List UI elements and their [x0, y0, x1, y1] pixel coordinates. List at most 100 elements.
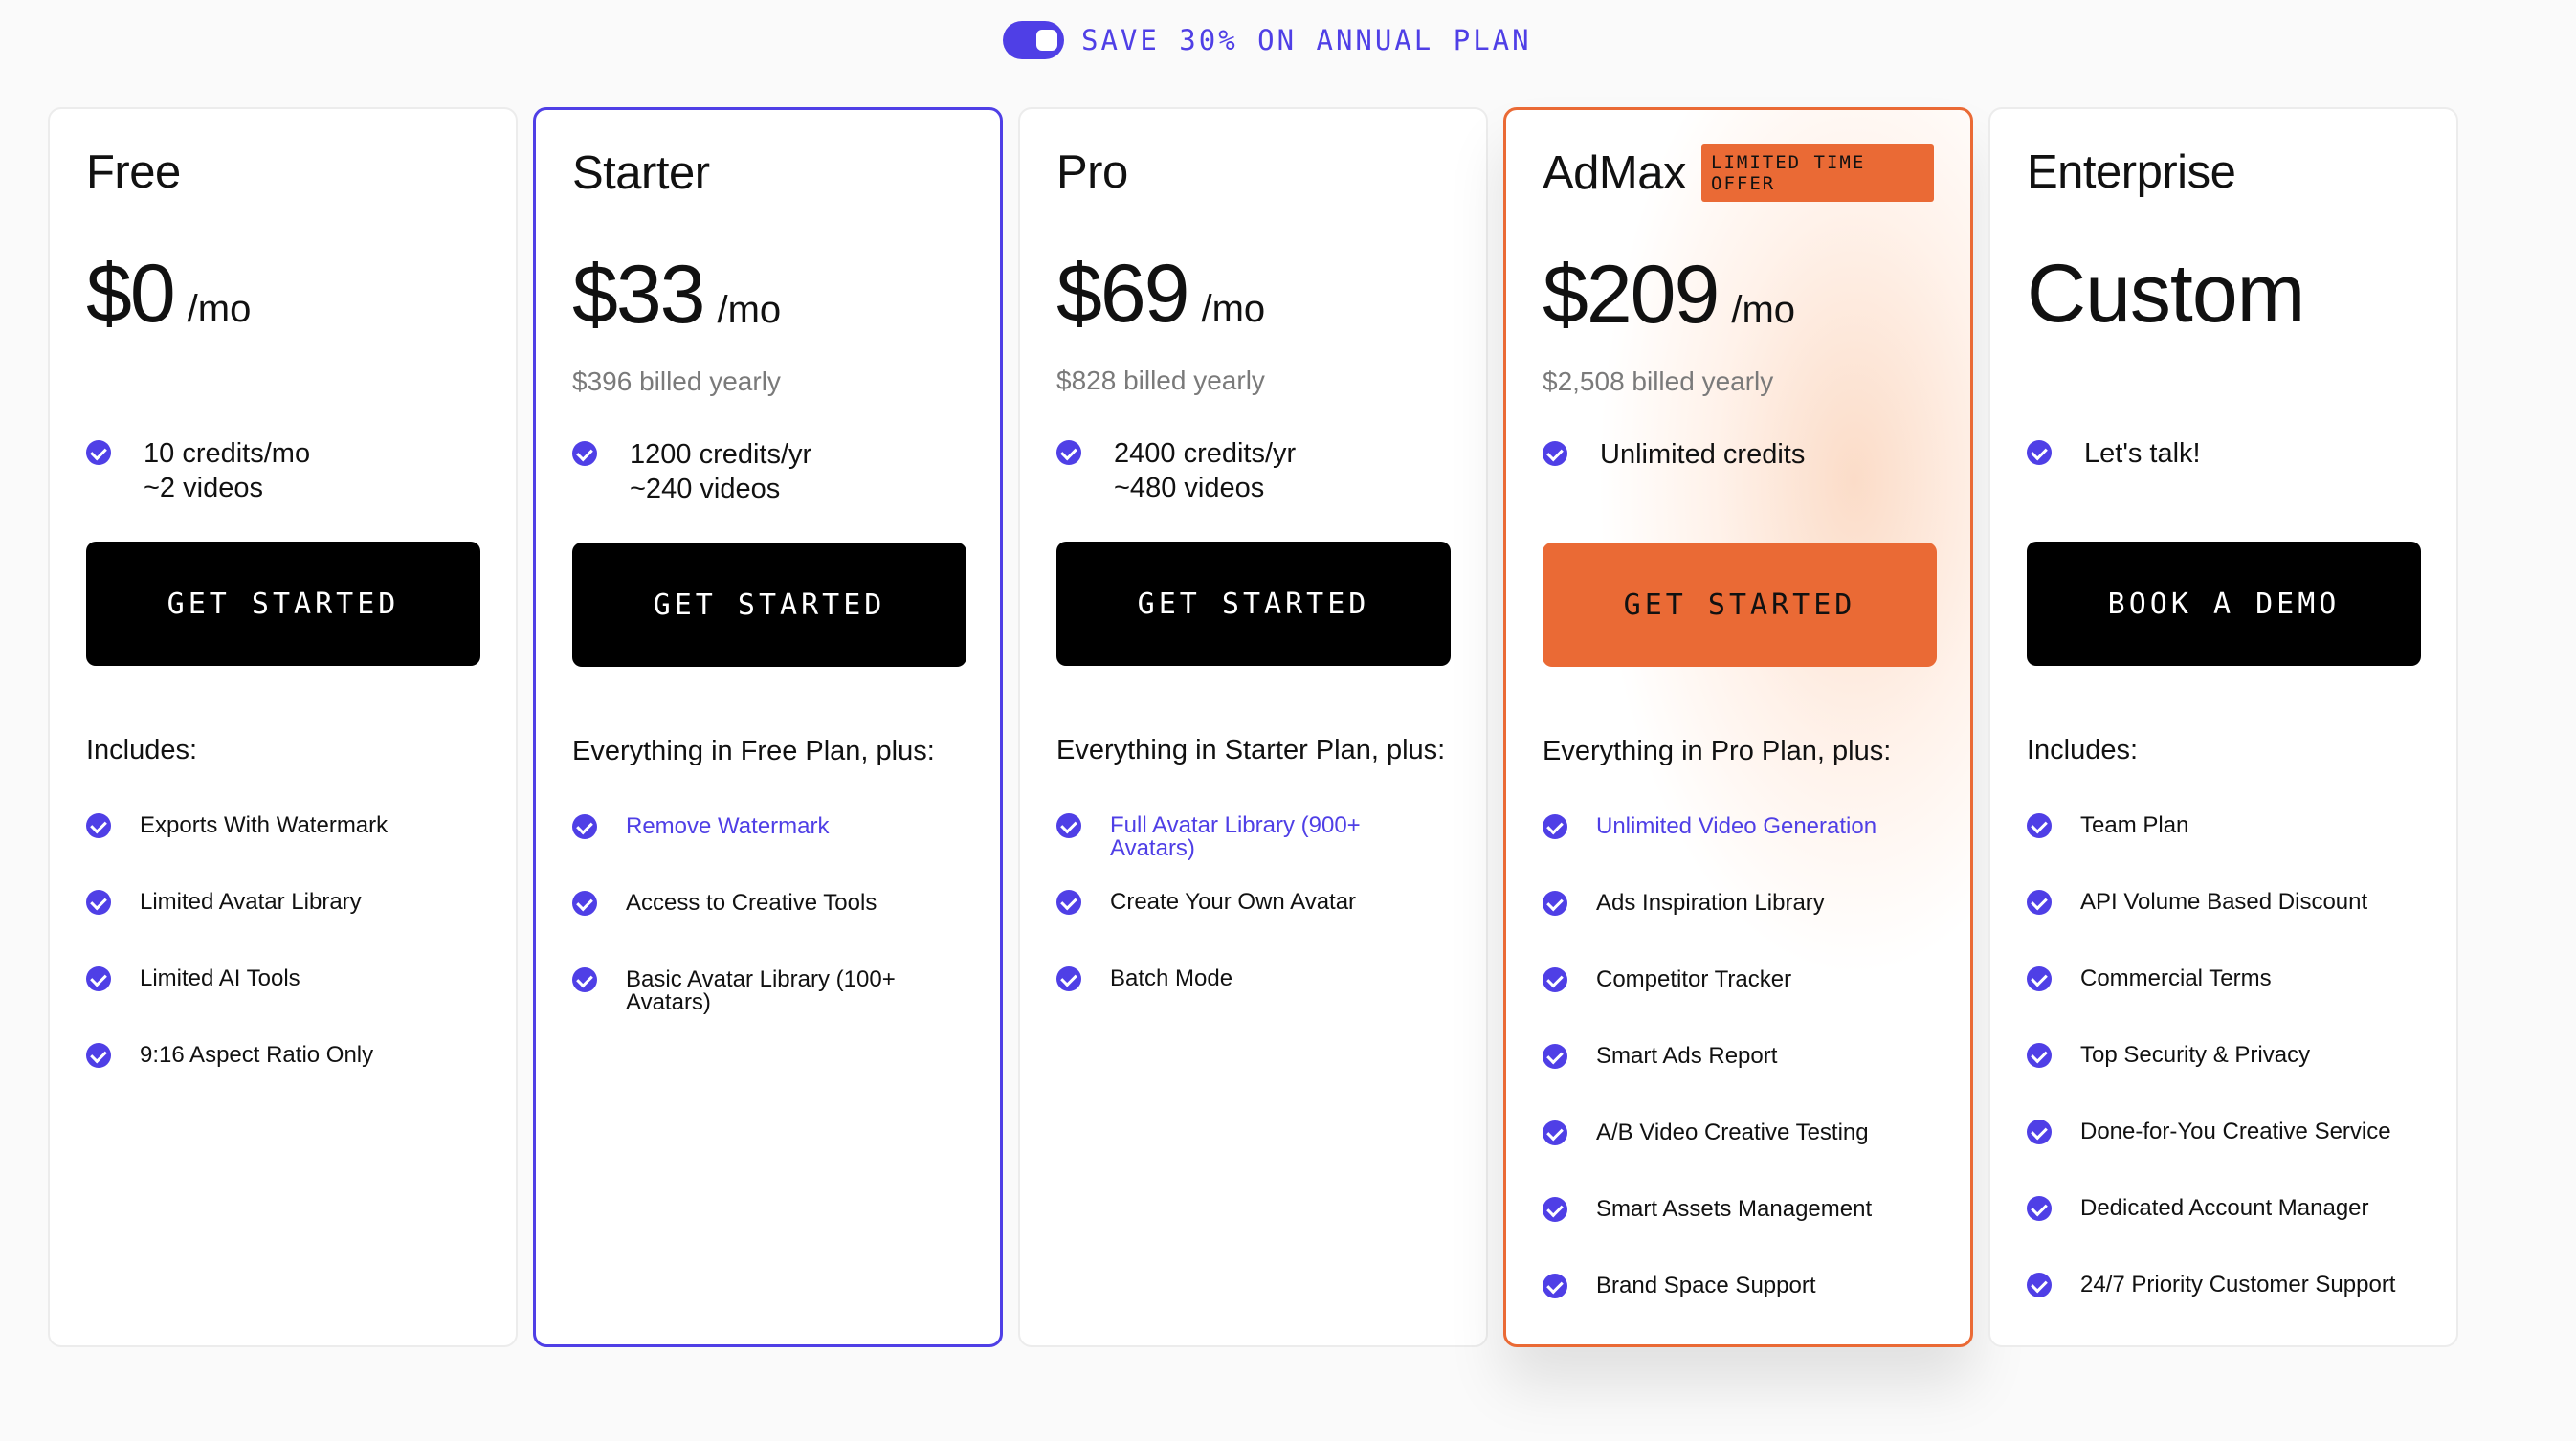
feature-item: Unlimited Video Generation [1543, 810, 1934, 864]
feature-item: Dedicated Account Manager [2027, 1192, 2420, 1246]
feature-text: Limited AI Tools [140, 965, 300, 991]
price-row: $209 /mo [1543, 248, 1934, 344]
plan-card-starter: Starter $33 /mo $396 billed yearly 1200 … [533, 107, 1003, 1347]
check-icon [1543, 1274, 1567, 1298]
billed-yearly: $828 billed yearly [1056, 366, 1265, 395]
feature-item: Access to Creative Tools [572, 887, 964, 941]
price-period: /mo [1201, 288, 1266, 330]
price-row: $69 /mo [1056, 247, 1450, 343]
feature-text: Dedicated Account Manager [2080, 1195, 2369, 1221]
check-icon [2027, 890, 2052, 915]
check-icon [2027, 813, 2052, 838]
check-icon [572, 967, 597, 992]
feature-text: Exports With Watermark [140, 812, 389, 838]
feature-item: Batch Mode [1056, 963, 1450, 1016]
credits-info: 2400 credits/yr ~480 videos [1056, 436, 1450, 542]
book-demo-button[interactable]: BOOK A DEMO [2027, 542, 2421, 666]
plan-card-free: Free $0 /mo 10 credits/mo ~2 videos GET … [48, 107, 518, 1347]
check-icon [86, 1043, 111, 1068]
check-icon [1543, 967, 1567, 992]
feature-text: Commercial Terms [2080, 965, 2272, 991]
billed-yearly: $396 billed yearly [572, 366, 781, 396]
feature-item: Commercial Terms [2027, 963, 2420, 1016]
feature-item: Team Plan [2027, 809, 2420, 863]
feature-text: API Volume Based Discount [2080, 889, 2368, 915]
feature-text: Smart Assets Management [1596, 1196, 1873, 1222]
check-icon [2027, 440, 2052, 465]
feature-text: Remove Watermark [626, 813, 830, 839]
includes-heading: Everything in Pro Plan, plus: [1543, 736, 1892, 766]
feature-item: 24/7 Priority Customer Support [2027, 1269, 2420, 1322]
plan-card-admax: AdMax LIMITED TIME OFFER $209 /mo $2,508… [1503, 107, 1973, 1347]
limited-offer-badge: LIMITED TIME OFFER [1701, 144, 1934, 202]
feature-text: Full Avatar Library (900+ Avatars) [1110, 812, 1361, 861]
plan-name: Pro [1056, 146, 1128, 198]
feature-item: Exports With Watermark [86, 809, 479, 863]
plan-name: AdMax [1543, 147, 1687, 199]
feature-item: A/B Video Creative Testing [1543, 1117, 1934, 1170]
feature-item: Remove Watermark [572, 810, 964, 864]
get-started-button[interactable]: GET STARTED [1056, 542, 1451, 666]
check-icon [1543, 814, 1567, 839]
feature-text: A/B Video Creative Testing [1596, 1120, 1869, 1145]
feature-text: Unlimited Video Generation [1596, 813, 1877, 839]
feature-item: Done-for-You Creative Service [2027, 1116, 2420, 1169]
get-started-button[interactable]: GET STARTED [86, 542, 480, 666]
videos-line: ~2 videos [144, 473, 263, 503]
feature-text: 9:16 Aspect Ratio Only [140, 1042, 374, 1068]
includes-heading: Everything in Starter Plan, plus: [1056, 735, 1446, 765]
toggle-knob [1036, 30, 1057, 51]
get-started-button[interactable]: GET STARTED [572, 543, 966, 667]
feature-item: Brand Space Support [1543, 1270, 1934, 1323]
annual-plan-label: SAVE 30% ON ANNUAL PLAN [1081, 24, 1532, 56]
feature-list: Unlimited Video Generation Ads Inspirati… [1543, 810, 1934, 1323]
price-period: /mo [717, 289, 782, 331]
feature-text: Competitor Tracker [1596, 966, 1792, 992]
check-icon [1543, 1120, 1567, 1145]
feature-item: API Volume Based Discount [2027, 886, 2420, 940]
check-icon [2027, 1120, 2052, 1144]
feature-item: Smart Assets Management [1543, 1193, 1934, 1247]
check-icon [1543, 891, 1567, 916]
credits-info: 10 credits/mo ~2 videos [86, 436, 479, 542]
check-icon [86, 890, 111, 915]
billed-yearly [86, 366, 479, 398]
check-icon [572, 891, 597, 916]
check-icon [1543, 1197, 1567, 1222]
credits-line: 2400 credits/yr [1114, 438, 1297, 469]
credits-line: Unlimited credits [1600, 439, 1806, 470]
annual-plan-toggle-row: SAVE 30% ON ANNUAL PLAN [1003, 21, 1532, 59]
feature-text: Team Plan [2080, 812, 2189, 838]
feature-text: Top Security & Privacy [2080, 1042, 2311, 1068]
feature-text: Done-for-You Creative Service [2080, 1119, 2391, 1144]
feature-text: Smart Ads Report [1596, 1043, 1778, 1069]
feature-text: 24/7 Priority Customer Support [2080, 1272, 2396, 1297]
feature-item: Ads Inspiration Library [1543, 887, 1934, 941]
plan-price: $69 [1056, 248, 1189, 340]
credits-info: Unlimited credits [1543, 437, 1934, 543]
plan-name: Starter [572, 147, 710, 199]
check-icon [2027, 1273, 2052, 1297]
check-icon [2027, 1196, 2052, 1221]
check-icon [2027, 1043, 2052, 1068]
billed-yearly: $2,508 billed yearly [1543, 366, 1774, 396]
pricing-cards: Free $0 /mo 10 credits/mo ~2 videos GET … [48, 107, 2458, 1347]
feature-item: Create Your Own Avatar [1056, 886, 1450, 940]
feature-list: Full Avatar Library (900+ Avatars) Creat… [1056, 809, 1450, 1016]
feature-item: 9:16 Aspect Ratio Only [86, 1039, 479, 1093]
get-started-button[interactable]: GET STARTED [1543, 543, 1937, 667]
feature-text: Create Your Own Avatar [1110, 889, 1357, 915]
feature-item: Limited Avatar Library [86, 886, 479, 940]
check-icon [86, 813, 111, 838]
check-icon [2027, 966, 2052, 991]
credits-info: Let's talk! [2027, 436, 2420, 542]
plan-price: Custom [2027, 248, 2305, 340]
videos-line: ~240 videos [630, 474, 781, 504]
credits-line: 10 credits/mo [144, 438, 311, 469]
feature-list: Remove Watermark Access to Creative Tool… [572, 810, 964, 1017]
feature-item: Top Security & Privacy [2027, 1039, 2420, 1093]
videos-line: ~480 videos [1114, 473, 1265, 503]
annual-plan-toggle[interactable] [1003, 21, 1064, 59]
feature-item: Basic Avatar Library (100+ Avatars) [572, 964, 964, 1017]
plan-name: Enterprise [2027, 146, 2236, 198]
